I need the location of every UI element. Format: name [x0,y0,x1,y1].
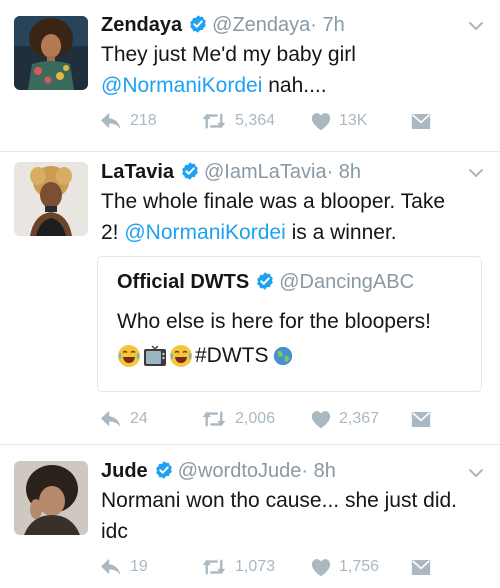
retweet-icon [201,111,227,131]
avatar[interactable] [14,162,88,236]
retweet-count: 1,073 [235,558,276,575]
tweet-header: LaTavia @IamLaTavia· 8h [101,160,460,184]
avatar[interactable] [14,461,88,535]
quoted-tweet-text: Who else is here for the bloopers! [117,310,431,333]
reply-button[interactable]: 24 [100,407,148,431]
retweet-button[interactable]: 1,073 [201,555,275,579]
mention-link[interactable]: @NormaniKordei [101,74,262,97]
retweet-count: 5,364 [235,112,276,129]
tweet-text-fragment: 2! [101,221,125,244]
quoted-tweet-emoji-line: #DWTS [117,341,293,371]
like-button[interactable]: 1,756 [311,555,379,579]
dm-icon [411,113,431,130]
tweet-zendaya[interactable]: Zendaya @Zendaya· 7h They just Me'd my ba… [0,0,500,151]
tweet-text-line: Normani won tho cause... she just did. [101,489,458,512]
reply-count: 19 [130,558,148,575]
tweet-text-fragment: nah.... [262,74,327,97]
tweet-text: The whole finale was a blooper. Take 2! … [101,186,482,248]
handle[interactable]: @IamLaTavia [204,161,327,183]
like-icon [311,410,331,429]
reply-count: 218 [130,112,157,129]
verified-icon [180,161,200,181]
verified-icon [188,14,208,34]
timestamp[interactable]: · 8h [301,460,335,482]
reply-icon [100,557,122,577]
timestamp[interactable]: · 8h [327,161,361,183]
avatar[interactable] [14,16,88,90]
quoted-tweet-header: Official DWTS @DancingABC [117,269,414,295]
verified-icon [154,460,174,480]
like-button[interactable]: 2,367 [311,407,379,431]
reply-button[interactable]: 19 [100,555,148,579]
like-button[interactable]: 13K [311,109,367,133]
tweet-text-line: They just Me'd my baby girl [101,43,356,66]
reply-button[interactable]: 218 [100,109,157,133]
tweet-actions: 218 5,364 13K [100,109,440,133]
tweet-header: Jude @wordtoJude· 8h [101,459,460,483]
tweet-text-line: @NormaniKordei nah.... [101,70,482,101]
tweet-actions: 24 2,006 2,367 [100,407,440,431]
like-count: 2,367 [339,410,380,427]
handle[interactable]: @wordtoJude [178,460,302,482]
like-icon [311,558,331,577]
tweet-text-line: The whole finale was a blooper. Take [101,190,445,213]
retweet-count: 2,006 [235,410,276,427]
hashtag[interactable]: #DWTS [195,344,269,368]
like-count: 1,756 [339,558,380,575]
verified-icon [255,271,275,291]
reply-icon [100,409,122,429]
display-name[interactable]: LaTavia [101,161,174,183]
chevron-down-icon[interactable] [468,20,484,32]
dm-button[interactable] [411,407,431,431]
timestamp[interactable]: · 7h [310,14,344,36]
tweet-header: Zendaya @Zendaya· 7h [101,13,460,37]
dm-icon [411,411,431,428]
chevron-down-icon[interactable] [468,167,484,179]
like-count: 13K [339,112,368,129]
retweet-button[interactable]: 5,364 [201,109,275,133]
retweet-button[interactable]: 2,006 [201,407,275,431]
tweet-jude[interactable]: Jude @wordtoJude· 8h Normani won tho caus… [0,445,500,588]
tweet-text-fragment: is a winner. [285,221,397,244]
quoted-tweet[interactable]: Official DWTS @DancingABC Who else is her… [97,256,482,392]
tweet-text-line: 2! @NormaniKordei is a winner. [101,217,482,248]
retweet-icon [201,557,227,577]
reply-icon [100,111,122,131]
quoted-handle[interactable]: @DancingABC [279,271,414,293]
dm-button[interactable] [411,109,431,133]
mention-link[interactable]: @NormaniKordei [124,221,285,244]
dm-button[interactable] [411,555,431,579]
tweet-text-line: idc [101,520,128,543]
laughing-tears-emoji-icon [170,345,192,367]
reply-count: 24 [130,410,148,427]
quoted-display-name[interactable]: Official DWTS [117,271,249,293]
dm-icon [411,559,431,576]
laughing-tears-emoji-icon [118,345,140,367]
globe-emoji-icon [273,346,292,366]
display-name[interactable]: Zendaya [101,14,182,36]
chevron-down-icon[interactable] [468,467,484,479]
tv-emoji-icon [144,345,166,366]
tweet-actions: 19 1,073 1,756 [100,555,440,579]
tweet-text: Normani won tho cause... she just did. i… [101,485,482,547]
like-icon [311,112,331,131]
display-name[interactable]: Jude [101,460,148,482]
handle[interactable]: @Zendaya [212,14,310,36]
retweet-icon [201,409,227,429]
tweet-text: They just Me'd my baby girl @NormaniKord… [101,39,482,101]
